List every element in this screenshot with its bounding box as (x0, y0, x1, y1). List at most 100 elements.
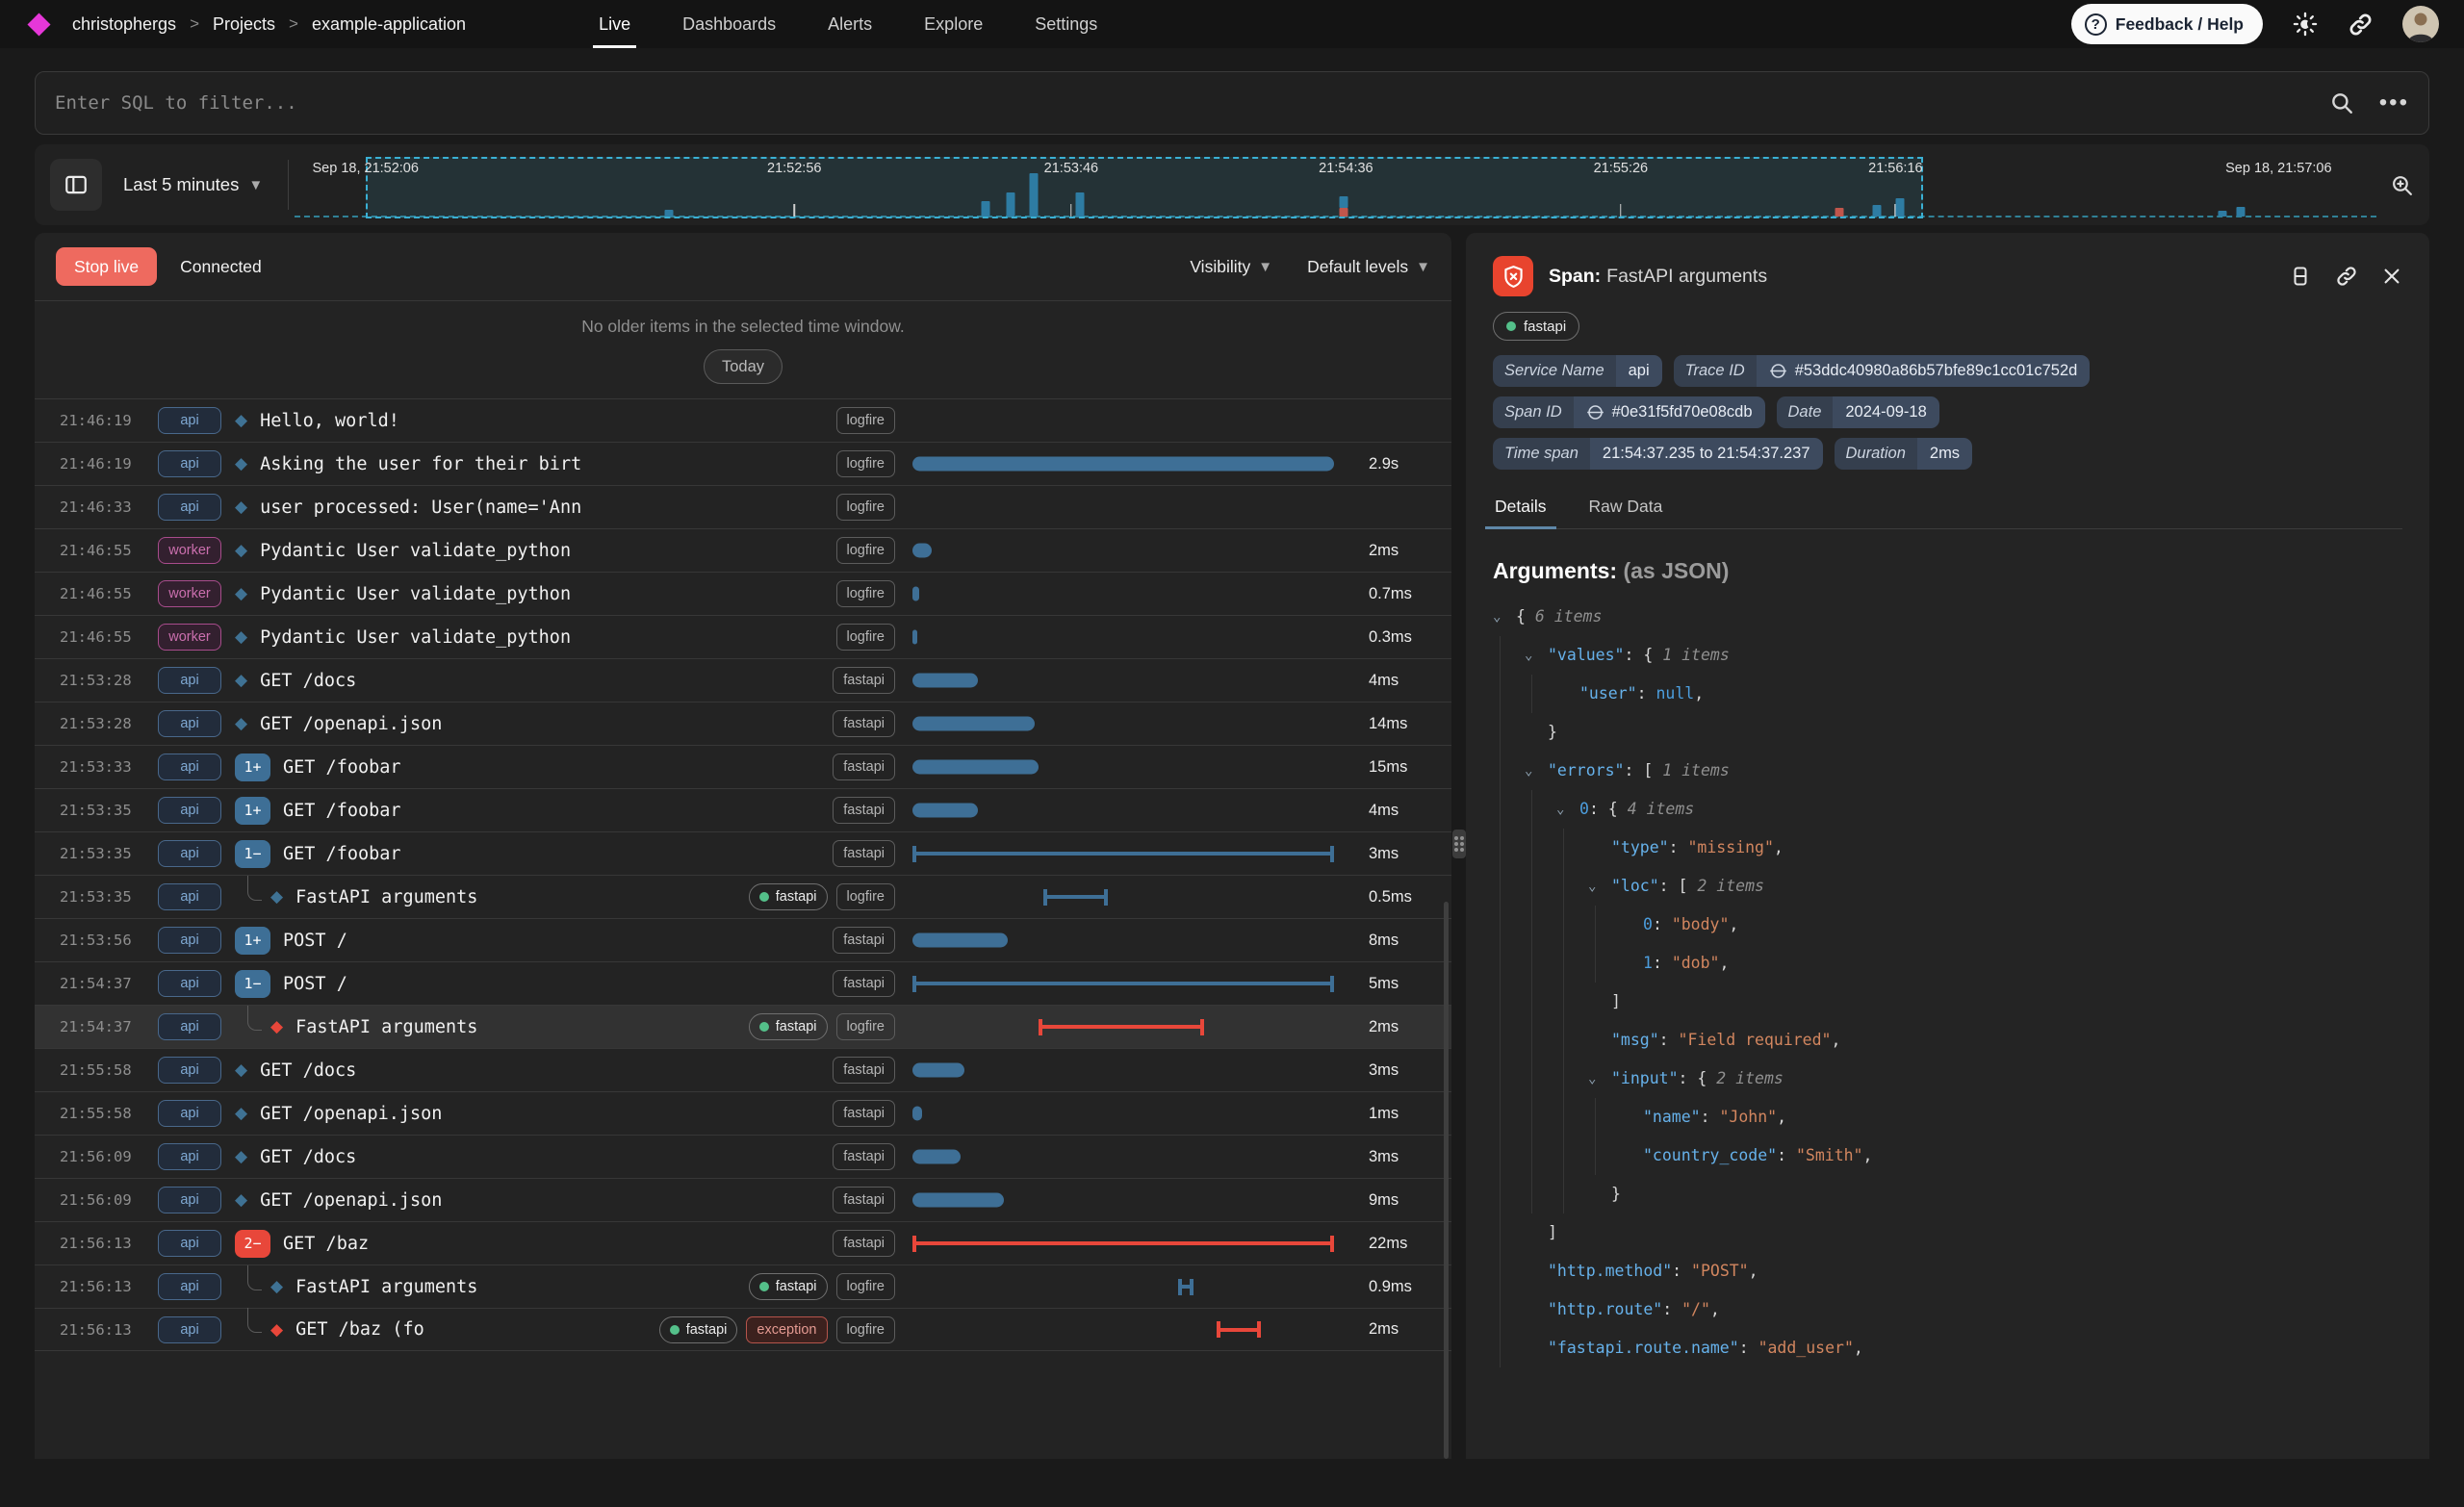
visibility-dropdown[interactable]: Visibility▼ (1190, 257, 1272, 277)
expand-count-badge[interactable]: 1− (235, 840, 270, 868)
theme-toggle-icon[interactable] (2292, 11, 2319, 38)
detail-tab-raw-data[interactable]: Raw Data (1587, 489, 1665, 528)
service-badge-api[interactable]: api (158, 450, 221, 477)
trace-row[interactable]: 21:53:56api1+POST /fastapi8ms (35, 918, 1451, 961)
trace-row[interactable]: 21:54:37api◆FastAPI argumentsfastapilogf… (35, 1005, 1451, 1048)
trace-row[interactable]: 21:46:55worker◆Pydantic User validate_py… (35, 572, 1451, 615)
tag-fastapi[interactable]: fastapi (749, 1273, 828, 1300)
breadcrumb-org[interactable]: christophergs (72, 14, 176, 35)
expand-count-badge[interactable]: 1− (235, 970, 270, 998)
tag-fastapi[interactable]: fastapi (749, 883, 828, 910)
service-badge-api[interactable]: api (158, 840, 221, 867)
service-badge-api[interactable]: api (158, 1187, 221, 1213)
service-badge-worker[interactable]: worker (158, 624, 221, 651)
trace-row[interactable]: 21:55:58api◆GET /openapi.jsonfastapi1ms (35, 1091, 1451, 1135)
panel-layout-icon[interactable] (2289, 265, 2312, 288)
tag-logfire[interactable]: logfire (836, 624, 896, 651)
service-badge-api[interactable]: api (158, 710, 221, 737)
service-badge-worker[interactable]: worker (158, 580, 221, 607)
trace-row[interactable]: 21:46:19api◆Hello, world!logfire (35, 398, 1451, 442)
service-badge-api[interactable]: api (158, 1100, 221, 1127)
service-badge-api[interactable]: api (158, 494, 221, 521)
service-pill-fastapi[interactable]: fastapi (1493, 312, 1579, 341)
tag-fastapi[interactable]: fastapi (833, 710, 895, 737)
expand-count-badge[interactable]: 2− (235, 1230, 270, 1258)
scrollbar-thumb[interactable] (1444, 902, 1449, 1459)
nav-tab-dashboards[interactable]: Dashboards (682, 0, 776, 48)
expand-count-badge[interactable]: 1+ (235, 754, 270, 781)
tag-exception[interactable]: exception (746, 1316, 827, 1343)
nav-tab-explore[interactable]: Explore (924, 0, 983, 48)
collapse-chevron-icon[interactable]: ⌄ (1525, 752, 1548, 790)
service-badge-api[interactable]: api (158, 1273, 221, 1300)
service-badge-api[interactable]: api (158, 667, 221, 694)
time-range-select[interactable]: Last 5 minutes ▼ (102, 174, 288, 195)
link-icon[interactable] (1769, 362, 1787, 380)
tag-fastapi[interactable]: fastapi (833, 667, 895, 694)
logfire-logo-icon[interactable] (27, 13, 50, 36)
chip-value[interactable]: #0e31f5fd70e08cdb (1574, 396, 1765, 428)
tag-logfire[interactable]: logfire (836, 494, 896, 521)
trace-row[interactable]: 21:53:28api◆GET /docsfastapi4ms (35, 658, 1451, 702)
trace-row[interactable]: 21:54:37api1−POST /fastapi5ms (35, 961, 1451, 1005)
nav-tab-live[interactable]: Live (599, 0, 630, 48)
nav-tab-settings[interactable]: Settings (1035, 0, 1097, 48)
tag-logfire[interactable]: logfire (836, 1273, 896, 1300)
breadcrumb-project-name[interactable]: example-application (312, 14, 466, 35)
service-badge-api[interactable]: api (158, 1316, 221, 1343)
tag-fastapi[interactable]: fastapi (659, 1316, 738, 1343)
nav-tab-alerts[interactable]: Alerts (828, 0, 872, 48)
tag-fastapi[interactable]: fastapi (833, 797, 895, 824)
tag-fastapi[interactable]: fastapi (833, 1057, 895, 1084)
trace-row[interactable]: 21:56:13api◆GET /baz (fofastapiexception… (35, 1308, 1451, 1351)
trace-row[interactable]: 21:46:33api◆user processed: User(name='A… (35, 485, 1451, 528)
service-badge-api[interactable]: api (158, 797, 221, 824)
service-badge-api[interactable]: api (158, 1143, 221, 1170)
tag-fastapi[interactable]: fastapi (749, 1013, 828, 1040)
trace-row[interactable]: 21:53:28api◆GET /openapi.jsonfastapi14ms (35, 702, 1451, 745)
stop-live-button[interactable]: Stop live (56, 247, 157, 286)
tag-fastapi[interactable]: fastapi (833, 1187, 895, 1213)
trace-row[interactable]: 21:53:35api1−GET /foobarfastapi3ms (35, 831, 1451, 875)
service-badge-api[interactable]: api (158, 1013, 221, 1040)
detail-tab-details[interactable]: Details (1493, 489, 1549, 528)
expand-count-badge[interactable]: 1+ (235, 927, 270, 955)
copy-link-icon[interactable] (2335, 265, 2358, 288)
tag-logfire[interactable]: logfire (836, 883, 896, 910)
search-icon[interactable] (2329, 90, 2354, 115)
tag-fastapi[interactable]: fastapi (833, 1143, 895, 1170)
tag-fastapi[interactable]: fastapi (833, 970, 895, 997)
trace-row[interactable]: 21:56:09api◆GET /docsfastapi3ms (35, 1135, 1451, 1178)
service-badge-api[interactable]: api (158, 1230, 221, 1257)
trace-row[interactable]: 21:46:55worker◆Pydantic User validate_py… (35, 615, 1451, 658)
tag-logfire[interactable]: logfire (836, 537, 896, 564)
tag-fastapi[interactable]: fastapi (833, 754, 895, 780)
service-badge-api[interactable]: api (158, 1057, 221, 1084)
trace-row[interactable]: 21:56:09api◆GET /openapi.jsonfastapi9ms (35, 1178, 1451, 1221)
collapse-chevron-icon[interactable]: ⌄ (1588, 867, 1611, 906)
collapse-chevron-icon[interactable]: ⌄ (1493, 598, 1516, 636)
collapse-chevron-icon[interactable]: ⌄ (1525, 636, 1548, 675)
tag-logfire[interactable]: logfire (836, 450, 896, 477)
link-icon[interactable] (1586, 403, 1604, 421)
tag-fastapi[interactable]: fastapi (833, 840, 895, 867)
service-badge-api[interactable]: api (158, 883, 221, 910)
service-badge-api[interactable]: api (158, 754, 221, 780)
timeline-zoom-icon[interactable] (2390, 173, 2414, 197)
timeline-selection-region[interactable] (366, 157, 1923, 218)
tag-logfire[interactable]: logfire (836, 1316, 896, 1343)
timeline-histogram[interactable]: Sep 18, 21:52:0621:52:5621:53:4621:54:36… (295, 144, 2376, 225)
service-badge-api[interactable]: api (158, 970, 221, 997)
panel-splitter-handle[interactable] (1452, 830, 1466, 858)
tag-logfire[interactable]: logfire (836, 580, 896, 607)
chip-value[interactable]: #53ddc40980a86b57bfe89c1cc01c752d (1757, 355, 2091, 387)
trace-row[interactable]: 21:46:55worker◆Pydantic User validate_py… (35, 528, 1451, 572)
trace-row[interactable]: 21:56:13api◆FastAPI argumentsfastapilogf… (35, 1264, 1451, 1308)
tag-logfire[interactable]: logfire (836, 407, 896, 434)
collapse-chevron-icon[interactable]: ⌄ (1588, 1060, 1611, 1098)
expand-count-badge[interactable]: 1+ (235, 797, 270, 825)
sidebar-toggle-button[interactable] (50, 159, 102, 211)
today-button[interactable]: Today (704, 349, 783, 384)
default-levels-dropdown[interactable]: Default levels▼ (1307, 257, 1430, 277)
trace-row[interactable]: 21:56:13api2−GET /bazfastapi22ms (35, 1221, 1451, 1264)
